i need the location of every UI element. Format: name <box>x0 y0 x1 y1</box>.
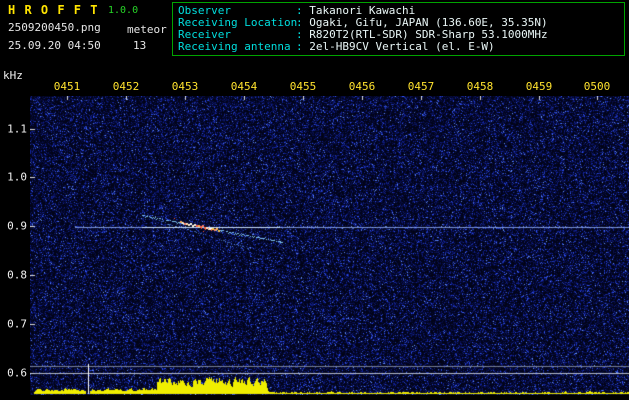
time-label-0500: 0500 <box>583 80 611 93</box>
info-colon: : <box>296 40 310 53</box>
info-value: 2el-HB9CV Vertical (el. E-W) <box>309 40 495 53</box>
freq-label-1-1: 1.1 <box>7 122 27 136</box>
time-label-0453: 0453 <box>171 80 199 93</box>
time-label-0455: 0455 <box>289 80 317 93</box>
freq-label-1-0: 1.0 <box>7 170 27 184</box>
echo-count: 13 <box>133 39 147 52</box>
app-title: H R O F F T <box>8 3 99 17</box>
info-row-antenna: Receiving antenna: 2el-HB9CV Vertical (e… <box>178 41 619 53</box>
mode-label: meteor <box>127 23 167 36</box>
observer-info-box: Observer: Takanori Kawachi Receiving Loc… <box>172 2 625 56</box>
time-label-0452: 0452 <box>112 80 140 93</box>
time-label-0454: 0454 <box>230 80 258 93</box>
time-label-0451: 0451 <box>53 80 81 93</box>
freq-label-0-8: 0.8 <box>7 268 27 282</box>
freq-label-0-6: 0.6 <box>7 366 27 380</box>
spectrogram-canvas <box>30 96 629 395</box>
hrofft-screen: H R O F F T 1.0.0 2509200450.png meteor … <box>0 0 629 400</box>
timestamp: 25.09.20 04:50 <box>8 39 101 52</box>
freq-unit-label: kHz <box>3 69 23 82</box>
freq-label-0-9: 0.9 <box>7 219 27 233</box>
output-filename: 2509200450.png <box>8 21 101 34</box>
freq-label-0-7: 0.7 <box>7 317 27 331</box>
time-label-0458: 0458 <box>466 80 494 93</box>
info-label: Receiving antenna <box>178 40 291 53</box>
time-label-0459: 0459 <box>525 80 553 93</box>
app-version: 1.0.0 <box>108 5 139 16</box>
time-label-0456: 0456 <box>348 80 376 93</box>
time-label-0457: 0457 <box>407 80 435 93</box>
